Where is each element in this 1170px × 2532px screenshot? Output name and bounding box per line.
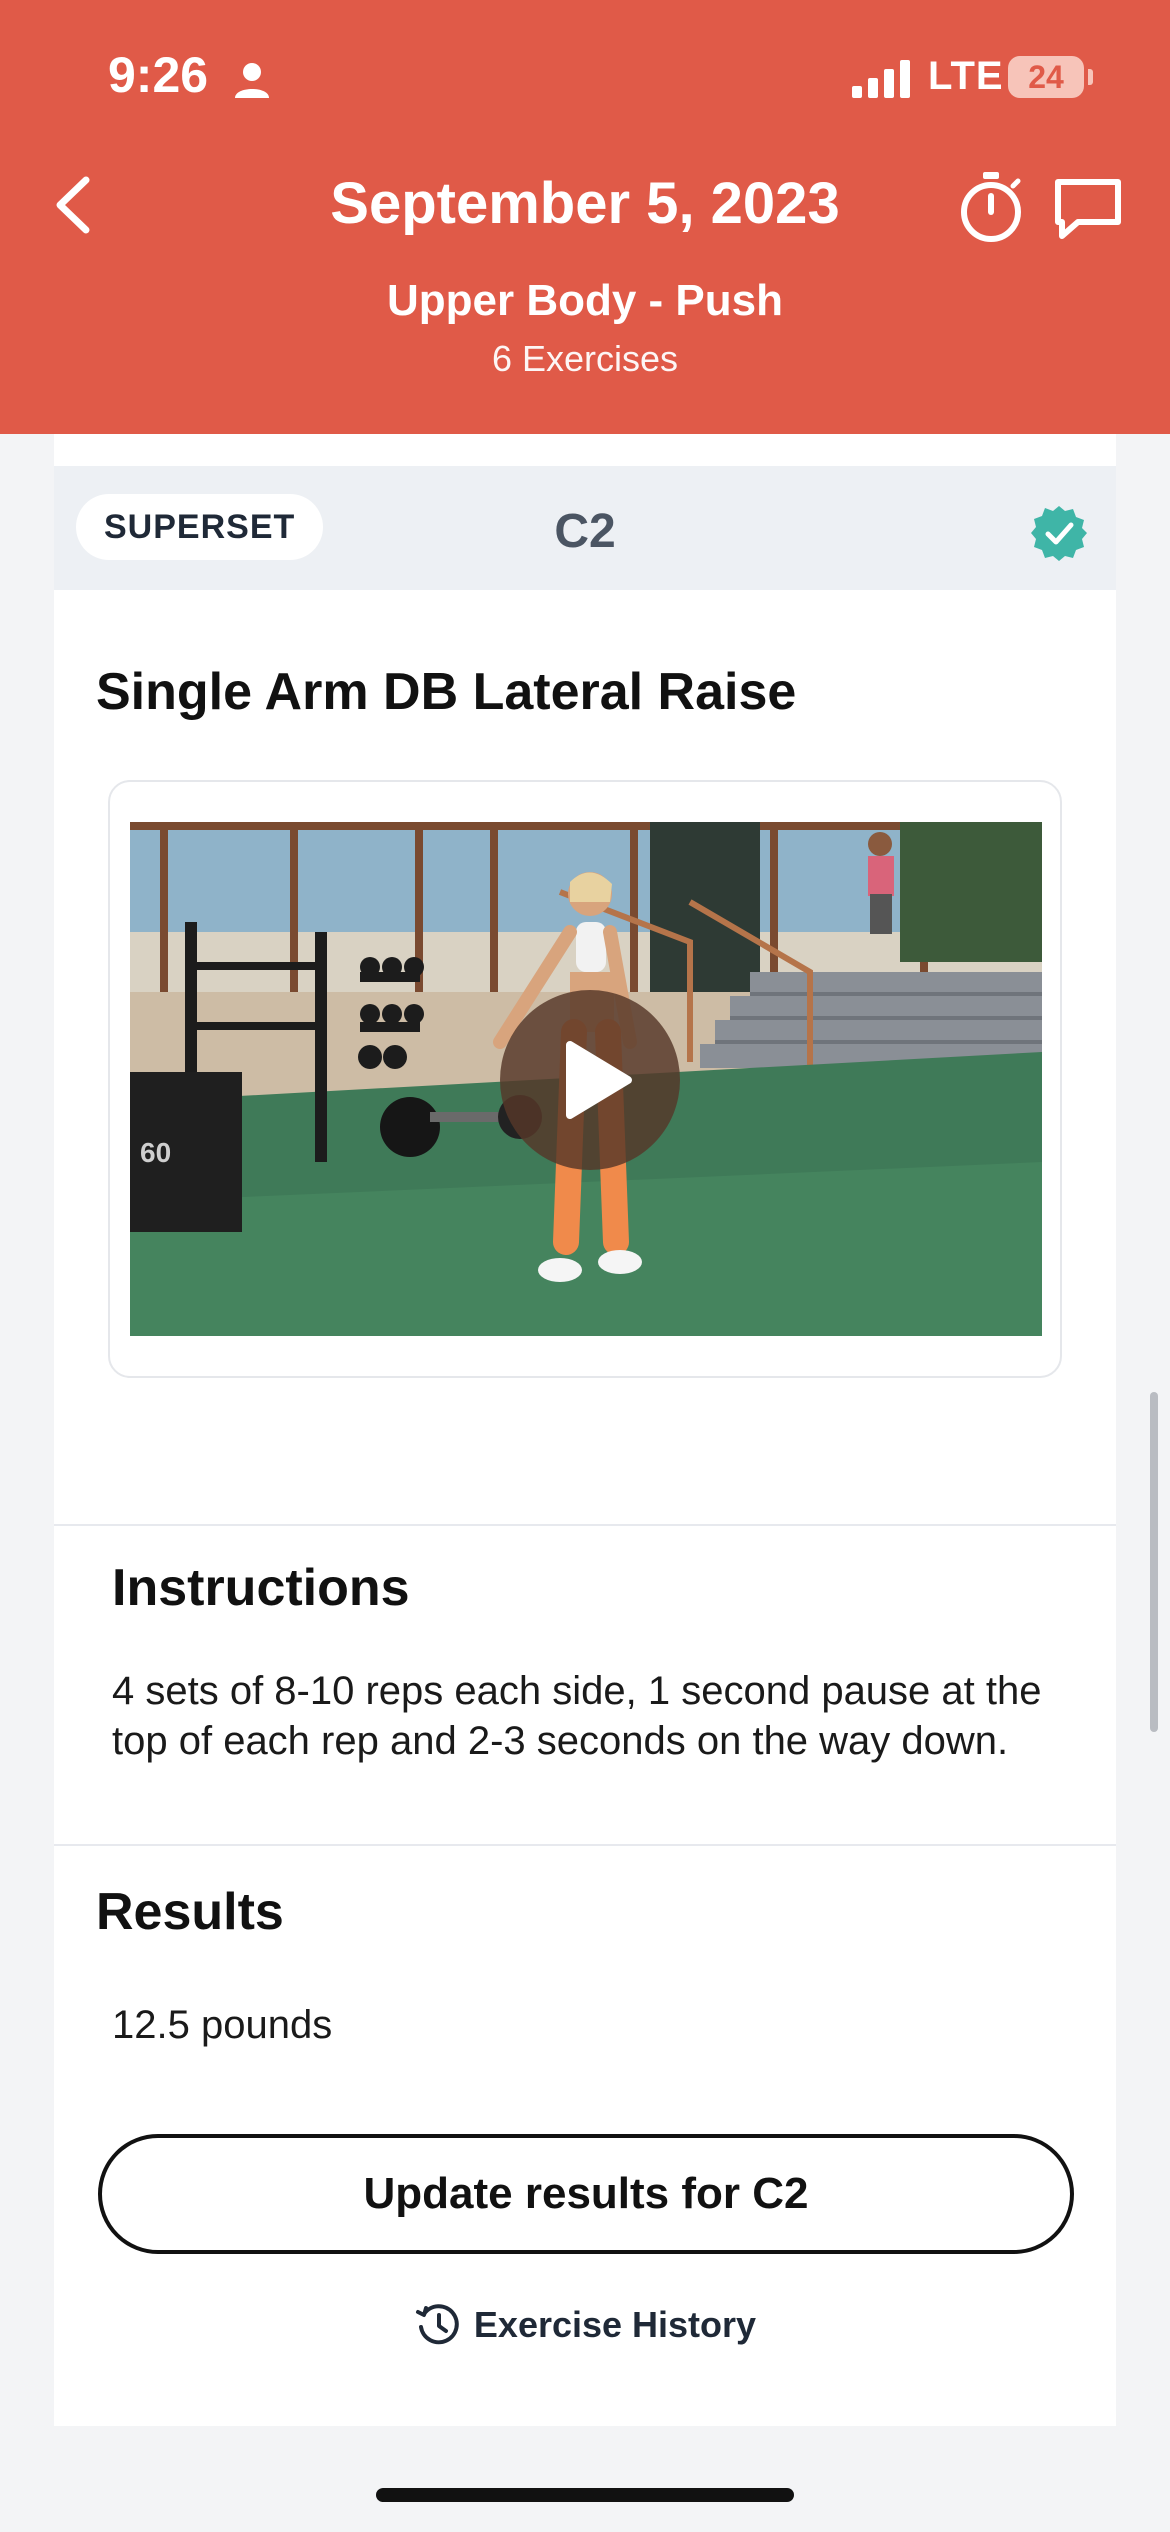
play-icon: [566, 1041, 632, 1119]
person-icon: [235, 63, 269, 98]
play-button[interactable]: [500, 990, 680, 1170]
update-results-button[interactable]: Update results for C2: [98, 2134, 1074, 2254]
workout-name: Upper Body - Push: [386, 276, 784, 325]
results-value: 12.5 pounds: [112, 2003, 333, 2047]
exercise-title: Single Arm DB Lateral Raise: [96, 663, 797, 721]
status-time: 9:26: [108, 47, 209, 103]
battery-icon: 24: [1008, 56, 1084, 98]
divider: [54, 1524, 1116, 1526]
exercise-history-link[interactable]: Exercise History: [54, 2300, 1116, 2360]
header: 9:26 LTE 24 September 5, 2023 Upper Body…: [0, 0, 1170, 434]
exercise-card: SUPERSET C2 Single Arm DB Lateral Raise: [54, 434, 1116, 2426]
exercise-history-label: Exercise History: [473, 2304, 757, 2345]
workout-screen: 9:26 LTE 24 September 5, 2023 Upper Body…: [0, 0, 1170, 2532]
instructions-heading: Instructions: [112, 1559, 410, 1617]
stopwatch-icon[interactable]: [956, 170, 1026, 244]
superset-bar: SUPERSET C2: [54, 466, 1116, 590]
history-clock-icon: [415, 2304, 459, 2345]
home-indicator[interactable]: [376, 2488, 794, 2502]
instructions-text: 4 sets of 8-10 reps each side, 1 second …: [112, 1669, 1042, 1763]
completed-check-icon: [1031, 506, 1087, 561]
wall-sign-number: 60: [140, 1137, 171, 1168]
chat-bubble-icon[interactable]: [1052, 176, 1124, 242]
exercise-video[interactable]: 60: [130, 822, 1042, 1336]
divider: [54, 1844, 1116, 1846]
superset-code: C2: [554, 505, 616, 558]
scrollbar[interactable]: [1150, 1392, 1158, 1732]
exercise-count: 6 Exercises: [491, 338, 679, 379]
network-type: LTE: [928, 54, 1004, 98]
cellular-signal-icon: [852, 60, 910, 98]
video-container: 60: [108, 780, 1062, 1378]
results-heading: Results: [96, 1883, 284, 1941]
battery-tip: [1088, 69, 1093, 85]
